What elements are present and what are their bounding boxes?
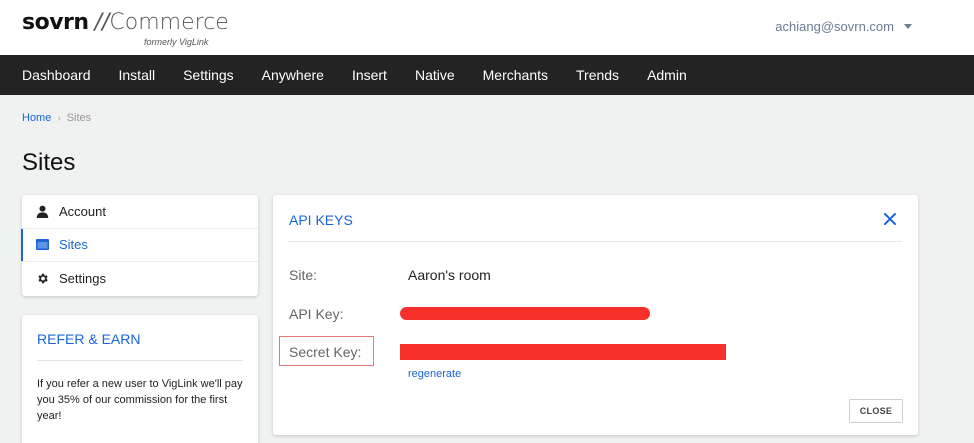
gear-icon [35,272,49,286]
nav-item-insert[interactable]: Insert [352,67,387,83]
refer-earn-title: REFER & EARN [37,331,243,361]
nav-item-admin[interactable]: Admin [647,67,687,83]
nav-item-dashboard[interactable]: Dashboard [22,67,91,83]
side-menu-label: Settings [59,271,106,287]
browser-window-icon [35,238,49,252]
api-key-label: API Key: [289,306,344,322]
user-account-menu[interactable]: achiang@sovrn.com [775,19,912,34]
nav-item-merchants[interactable]: Merchants [483,67,548,83]
nav-item-trends[interactable]: Trends [576,67,619,83]
side-menu-label: Account [59,203,106,219]
secret-key-redaction [400,344,726,360]
top-header: sovrn//Commerce formerly VigLink achiang… [0,0,974,55]
secret-key-label: Secret Key: [289,344,362,360]
nav-item-native[interactable]: Native [415,67,455,83]
side-menu-item-sites[interactable]: Sites [21,228,258,263]
nav-item-anywhere[interactable]: Anywhere [262,67,324,83]
sovrn-commerce-logo[interactable]: sovrn//Commerce formerly VigLink [22,10,229,48]
side-menu-item-account[interactable]: Account [22,195,258,229]
user-icon [35,204,49,218]
page-title: Sites [22,149,76,176]
api-key-redaction [400,307,650,320]
breadcrumb-current: Sites [66,112,92,124]
close-button[interactable]: CLOSE [849,399,903,423]
regenerate-link[interactable]: regenerate [408,368,461,380]
site-value: Aaron's room [408,267,491,283]
nav-item-settings[interactable]: Settings [183,67,234,83]
logo-product: Commerce [109,10,229,35]
breadcrumb-home-link[interactable]: Home [22,112,51,124]
side-menu-item-settings[interactable]: Settings [22,262,258,296]
api-keys-panel: API KEYS Site: Aaron's room API Key: Sec… [273,195,918,435]
close-icon[interactable] [882,211,898,227]
user-email: achiang@sovrn.com [775,19,894,34]
refer-earn-text: If you refer a new user to VigLink we'll… [37,378,243,422]
nav-item-install[interactable]: Install [119,67,156,83]
logo-subtitle: formerly VigLink [144,37,209,47]
refer-earn-card: REFER & EARN If you refer a new user to … [22,315,258,443]
api-keys-title: API KEYS [289,212,353,228]
logo-slash: // [94,10,110,35]
breadcrumb-separator: › [57,112,61,124]
divider [288,241,902,242]
side-menu: Account Sites Settings [21,195,258,296]
breadcrumb: Home › Sites [22,112,91,124]
site-label: Site: [289,267,318,283]
caret-down-icon [904,24,912,29]
logo-brand: sovrn [22,10,89,35]
main-nav: Dashboard Install Settings Anywhere Inse… [0,55,974,95]
side-menu-label: Sites [59,237,88,253]
